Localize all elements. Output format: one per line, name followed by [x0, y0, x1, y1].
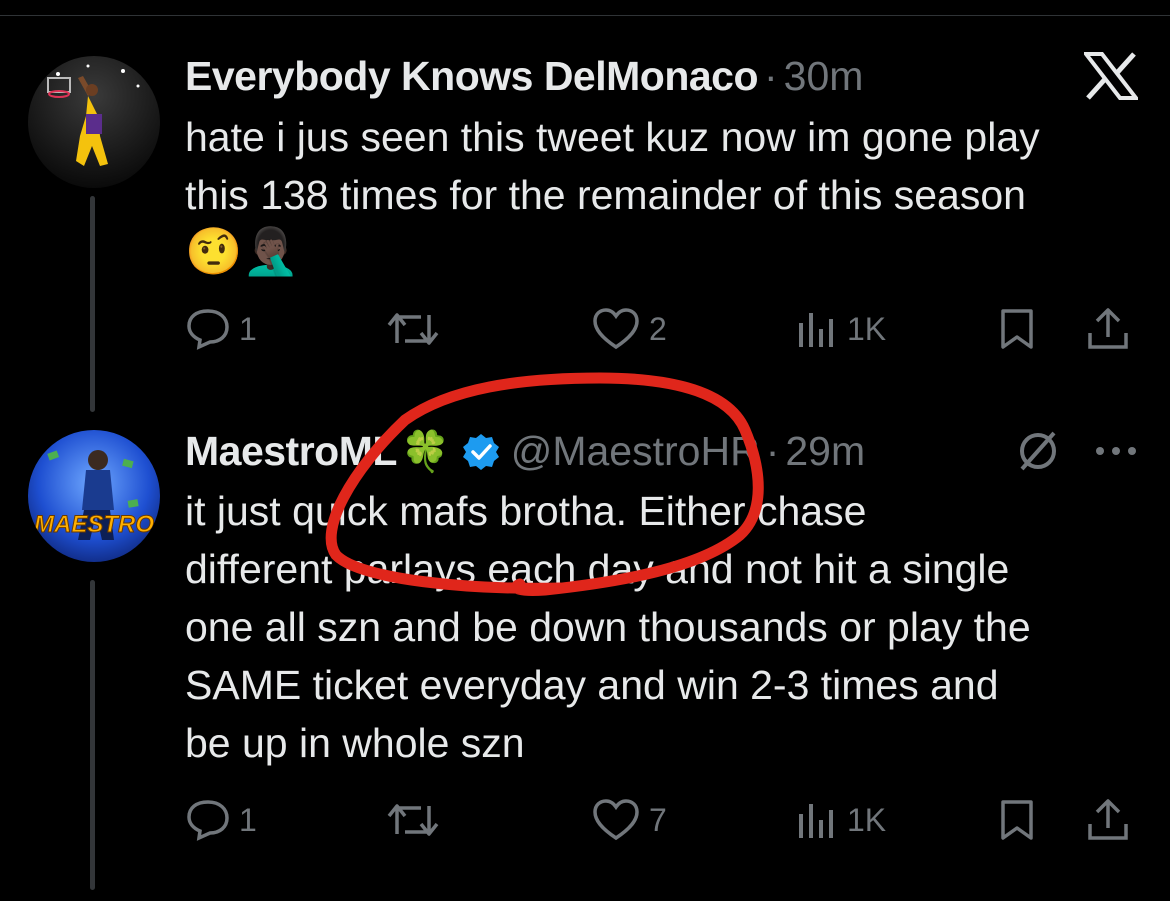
- bookmark-button[interactable]: [997, 795, 1037, 845]
- x-logo-icon[interactable]: [1084, 52, 1138, 100]
- views-icon: [799, 804, 833, 838]
- retweet-icon: [387, 313, 439, 345]
- tweet-actions: 1 2 1K: [185, 304, 1145, 354]
- name-emoji: 🍀: [400, 430, 451, 474]
- views-count: 1K: [847, 310, 887, 347]
- display-name[interactable]: Everybody Knows DelMonaco: [185, 53, 759, 100]
- avatar-label: MAESTRO: [34, 511, 154, 538]
- share-icon: [1088, 799, 1128, 840]
- views-icon: [799, 313, 833, 347]
- retweet-icon: [387, 804, 439, 836]
- more-icon[interactable]: [1092, 441, 1140, 461]
- views-button[interactable]: 1K: [795, 304, 886, 354]
- reply-count: 1: [239, 801, 257, 838]
- retweet-button[interactable]: [385, 795, 441, 845]
- tweet-header: Everybody Knows DelMonaco · 30m: [185, 53, 863, 100]
- tweet-text: hate i jus seen this tweet kuz now im go…: [185, 114, 1040, 218]
- share-icon: [1088, 308, 1128, 349]
- reply-count: 1: [239, 310, 257, 347]
- handle[interactable]: @MaestroHR: [511, 428, 760, 475]
- share-button[interactable]: [1085, 304, 1131, 354]
- avatar-maestro[interactable]: MAESTRO: [28, 430, 160, 562]
- reply-icon: [187, 309, 229, 350]
- views-button[interactable]: 1K: [795, 795, 886, 845]
- like-button[interactable]: 2: [591, 304, 667, 354]
- reply-icon: [187, 800, 229, 841]
- separator-dot: ·: [765, 428, 780, 474]
- avatar-delmonaco[interactable]: [28, 56, 160, 188]
- share-button[interactable]: [1085, 795, 1131, 845]
- like-button[interactable]: 7: [591, 795, 667, 845]
- top-divider: [0, 15, 1170, 16]
- timestamp[interactable]: 30m: [784, 53, 864, 100]
- tweet-text: it just quick mafs brotha. Either chase …: [185, 488, 1031, 766]
- timestamp[interactable]: 29m: [785, 428, 865, 475]
- thread-line-lower: [90, 580, 95, 890]
- like-icon: [593, 799, 639, 841]
- reply-button[interactable]: 1: [185, 304, 257, 354]
- bookmark-icon: [1001, 800, 1033, 840]
- avatar-image: [28, 56, 160, 188]
- views-count: 1K: [847, 801, 887, 838]
- grok-icon[interactable]: [1014, 427, 1062, 475]
- bookmark-button[interactable]: [997, 304, 1037, 354]
- display-name[interactable]: MaestroML: [185, 428, 397, 475]
- like-count: 2: [649, 310, 667, 347]
- avatar-image: MAESTRO: [28, 430, 160, 562]
- bookmark-icon: [1001, 309, 1033, 349]
- like-count: 7: [649, 801, 667, 838]
- separator-dot: ·: [764, 53, 778, 99]
- retweet-button[interactable]: [385, 304, 441, 354]
- thread-line-upper: [90, 196, 95, 412]
- reply-button[interactable]: 1: [185, 795, 257, 845]
- tweet-header: MaestroML 🍀 @MaestroHR · 29m: [185, 428, 865, 475]
- tweet-actions: 1 7 1K: [185, 795, 1145, 845]
- like-icon: [593, 308, 639, 350]
- tweet-emojis: 🤨🤦🏿‍♂️: [185, 225, 300, 277]
- verified-badge-icon[interactable]: [461, 432, 501, 472]
